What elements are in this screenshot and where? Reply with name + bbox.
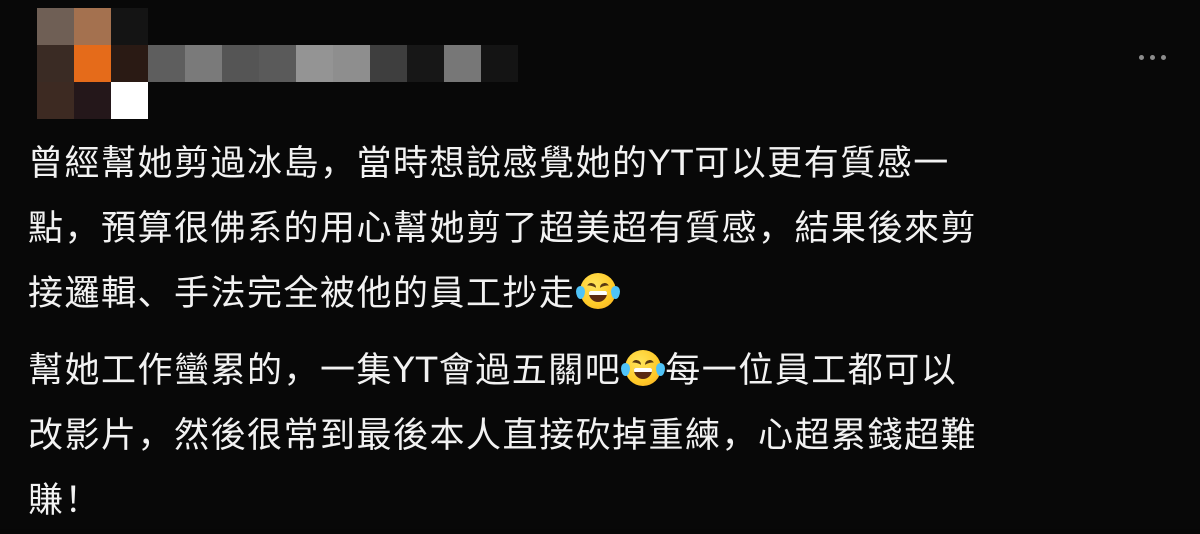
avatar-pixel xyxy=(111,82,148,119)
avatar-pixel xyxy=(37,82,74,119)
avatar-pixel xyxy=(111,45,148,82)
post-line-text: 幫她工作蠻累的，一集YT會過五關吧 xyxy=(28,351,622,391)
post-line: 改影片，然後很常到最後本人直接砍掉重練，心超累錢超難 xyxy=(28,416,978,456)
username-pixel xyxy=(481,45,518,82)
face-with-tears-of-joy-icon xyxy=(621,350,666,386)
face-with-tears-of-joy-icon xyxy=(575,273,620,309)
post-card: 曾經幫她剪過冰島，當時想說感覺她的YT可以更有質感一 點，預算很佛系的用心幫她剪… xyxy=(0,0,1200,529)
post-line: 曾經幫她剪過冰島，當時想說感覺她的YT可以更有質感一 xyxy=(28,144,950,184)
username-pixel xyxy=(444,45,481,82)
username-pixel xyxy=(333,45,370,82)
avatar-pixel xyxy=(74,8,111,45)
username-pixel xyxy=(407,45,444,82)
post-line: 點，預算很佛系的用心幫她剪了超美超有質感，結果後來剪 xyxy=(28,209,978,249)
post-line: 接邏輯、手法完全被他的員工抄走 xyxy=(28,262,1178,327)
post-line-text: 每一位員工都可以 xyxy=(665,351,958,391)
username-pixel xyxy=(259,45,296,82)
username-blurred[interactable] xyxy=(148,45,518,82)
post-line-text: 接邏輯、手法完全被他的員工抄走 xyxy=(28,274,576,314)
avatar-pixel xyxy=(74,82,111,119)
username-pixel xyxy=(185,45,222,82)
username-pixel xyxy=(296,45,333,82)
avatar-pixel xyxy=(37,8,74,45)
post-paragraph: 幫她工作蠻累的，一集YT會過五關吧 每一位員工都可以 改影片，然後很常到最後本人直… xyxy=(28,339,1178,534)
avatar-pixel xyxy=(111,8,148,45)
more-horizontal-icon xyxy=(1138,54,1166,60)
username-pixel xyxy=(148,45,185,82)
username-pixel xyxy=(370,45,407,82)
avatar-pixel xyxy=(37,45,74,82)
post-paragraph: 曾經幫她剪過冰島，當時想說感覺她的YT可以更有質感一 點，預算很佛系的用心幫她剪… xyxy=(28,132,1178,327)
post-line: 賺！ xyxy=(28,481,102,521)
username-pixel xyxy=(222,45,259,82)
avatar[interactable] xyxy=(37,8,148,119)
avatar-pixel xyxy=(74,45,111,82)
post-line: 幫她工作蠻累的，一集YT會過五關吧 每一位員工都可以 xyxy=(28,339,1178,404)
more-options-button[interactable] xyxy=(1128,40,1176,74)
